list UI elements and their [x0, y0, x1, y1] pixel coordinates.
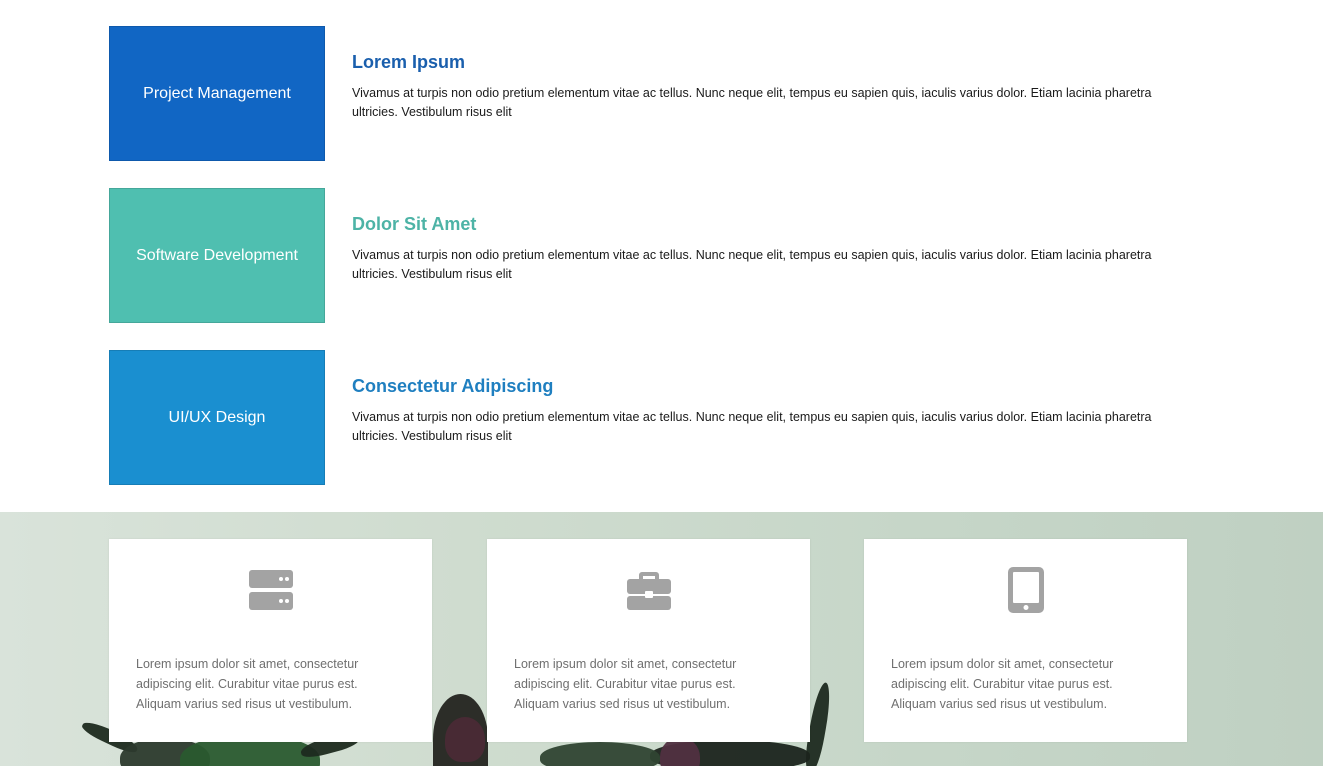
service-row-ui-ux-design: UI/UX Design Consectetur Adipiscing Viva… — [109, 350, 1169, 485]
briefcase-icon — [626, 572, 671, 610]
service-title: Dolor Sit Amet — [352, 214, 477, 234]
feature-card-servers: Lorem ipsum dolor sit amet, consectetur … — [109, 539, 432, 742]
service-tile-label: Software Development — [136, 246, 298, 264]
tablet-icon — [1007, 567, 1044, 613]
service-row-software-development: Software Development Dolor Sit Amet Viva… — [109, 188, 1169, 323]
service-title: Lorem Ipsum — [352, 52, 466, 72]
service-details: Lorem Ipsum Vivamus at turpis non odio p… — [352, 52, 1172, 122]
service-description: Vivamus at turpis non odio pretium eleme… — [352, 410, 1152, 443]
feature-card-mobile: Lorem ipsum dolor sit amet, consectetur … — [864, 539, 1187, 742]
service-tile-label: UI/UX Design — [168, 408, 266, 426]
feature-card-text: Lorem ipsum dolor sit amet, consectetur … — [136, 657, 359, 711]
service-details: Dolor Sit Amet Vivamus at turpis non odi… — [352, 214, 1172, 284]
service-tile-label: Project Management — [143, 84, 291, 102]
feature-card-text: Lorem ipsum dolor sit amet, consectetur … — [514, 657, 737, 711]
service-tile-project-management[interactable]: Project Management — [109, 26, 325, 161]
service-tile-software-development[interactable]: Software Development — [109, 188, 325, 323]
service-tile-ui-ux-design[interactable]: UI/UX Design — [109, 350, 325, 485]
service-title: Consectetur Adipiscing — [352, 376, 554, 396]
feature-card-text: Lorem ipsum dolor sit amet, consectetur … — [891, 657, 1114, 711]
service-details: Consectetur Adipiscing Vivamus at turpis… — [352, 376, 1172, 446]
service-description: Vivamus at turpis non odio pretium eleme… — [352, 248, 1152, 281]
server-icon — [248, 570, 293, 610]
features-section: Lorem ipsum dolor sit amet, consectetur … — [0, 512, 1323, 766]
services-section: Project Management Lorem Ipsum Vivamus a… — [0, 0, 1323, 512]
feature-card-business: Lorem ipsum dolor sit amet, consectetur … — [487, 539, 810, 742]
service-description: Vivamus at turpis non odio pretium eleme… — [352, 86, 1152, 119]
service-row-project-management: Project Management Lorem Ipsum Vivamus a… — [109, 26, 1169, 161]
